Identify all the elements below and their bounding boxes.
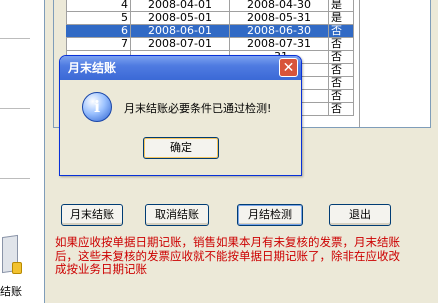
desktop-left-strip: 结账: [0, 0, 44, 303]
month-check-button[interactable]: 月结检测: [237, 204, 303, 226]
info-icon: i: [82, 92, 112, 122]
cancel-close-button[interactable]: 取消结账: [145, 204, 209, 226]
cell-flag: 否: [328, 89, 354, 103]
cell-start: 2008-07-01: [130, 37, 230, 51]
month-close-desktop-icon[interactable]: [0, 232, 22, 278]
desktop-divider: [0, 38, 30, 39]
cell-flag: 否: [328, 50, 354, 64]
cell-end: 2008-06-30: [229, 24, 329, 38]
ok-button[interactable]: 确定: [143, 137, 219, 159]
cell-flag: 是: [328, 0, 354, 12]
dialog-title-bar[interactable]: 月末结账 ✕: [60, 56, 301, 80]
month-close-button[interactable]: 月末结账: [61, 204, 123, 226]
cell-flag: 否: [328, 63, 354, 77]
table-row[interactable]: 7 2008-07-01 2008-07-31 否: [66, 37, 354, 51]
cell-end: 2008-04-30: [229, 0, 329, 12]
dialog-body: i 月末结账必要条件已通过检测! 确定: [60, 80, 301, 175]
desktop-icon-label: 结账: [0, 285, 22, 298]
dialog-message: 月末结账必要条件已通过检测!: [124, 102, 272, 115]
grid-empty-area: [359, 0, 430, 127]
cell-flag: 是: [328, 11, 354, 25]
cell-end: 2008-07-31: [229, 37, 329, 51]
cell-flag: 否: [328, 24, 354, 38]
cell-no: 6: [66, 24, 131, 38]
cell-flag: 否: [328, 102, 354, 116]
table-row[interactable]: 6 2008-06-01 2008-06-30 否: [66, 24, 354, 38]
cell-start: 2008-06-01: [130, 24, 230, 38]
cell-no: 4: [66, 0, 131, 12]
coin-icon: [12, 262, 22, 274]
cell-start: 2008-04-01: [130, 0, 230, 12]
cell-end: 2008-05-31: [229, 11, 329, 25]
dialog-title: 月末结账: [68, 61, 117, 75]
desktop-divider: [0, 108, 30, 109]
table-row[interactable]: 4 2008-04-01 2008-04-30 是: [66, 0, 354, 12]
cell-no: 5: [66, 11, 131, 25]
cell-start: 2008-05-01: [130, 11, 230, 25]
cell-flag: 否: [328, 76, 354, 90]
exit-button[interactable]: 退出: [329, 204, 391, 226]
note-text: 如果应收按单据日期记账，销售如果本月有未复核的发票，月末结账后，这些未复核的发票…: [55, 235, 400, 276]
cell-flag: 否: [328, 37, 354, 51]
desktop-divider: [0, 178, 30, 179]
table-row[interactable]: 5 2008-05-01 2008-05-31 是: [66, 11, 354, 25]
cell-no: 7: [66, 37, 131, 51]
month-close-dialog: 月末结账 ✕ i 月末结账必要条件已通过检测! 确定: [59, 55, 302, 176]
close-icon[interactable]: ✕: [279, 58, 298, 77]
